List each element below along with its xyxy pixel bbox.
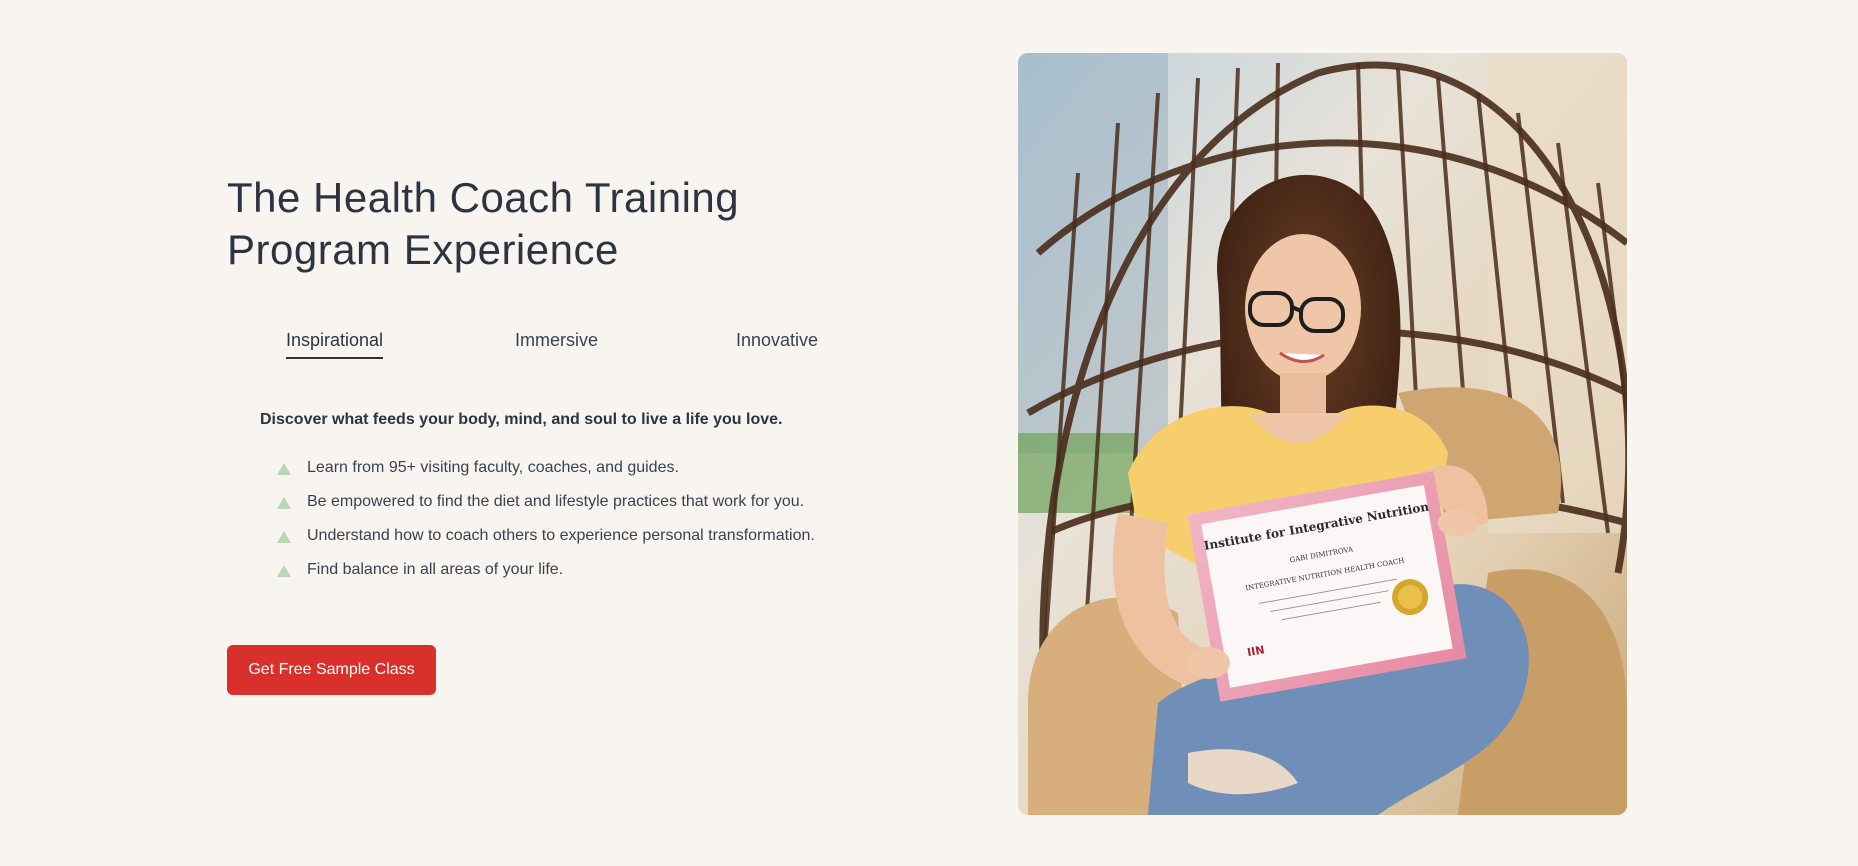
list-item-text: Learn from 95+ visiting faculty, coaches… xyxy=(307,459,679,476)
tab-bar: Inspirational Immersive Innovative xyxy=(227,330,867,360)
title-line-2: Program Experience xyxy=(227,226,619,273)
triangle-bullet-icon xyxy=(277,497,291,509)
tab-inspirational[interactable]: Inspirational xyxy=(286,330,384,359)
list-item: Be empowered to find the diet and lifest… xyxy=(277,493,815,527)
page-title: The Health Coach Training Program Experi… xyxy=(227,172,827,276)
tab-innovative[interactable]: Innovative xyxy=(736,330,818,357)
triangle-bullet-icon xyxy=(277,531,291,543)
list-item-text: Be empowered to find the diet and lifest… xyxy=(307,493,805,510)
triangle-bullet-icon xyxy=(277,565,291,577)
tab-immersive[interactable]: Immersive xyxy=(515,330,598,357)
list-item: Find balance in all areas of your life. xyxy=(277,561,815,595)
list-item: Understand how to coach others to experi… xyxy=(277,527,815,561)
list-item-text: Find balance in all areas of your life. xyxy=(307,561,564,578)
feature-list: Learn from 95+ visiting faculty, coaches… xyxy=(277,459,815,595)
list-item: Learn from 95+ visiting faculty, coaches… xyxy=(277,459,815,493)
list-item-text: Understand how to coach others to experi… xyxy=(307,527,815,544)
get-free-sample-class-button[interactable]: Get Free Sample Class xyxy=(227,645,436,695)
triangle-bullet-icon xyxy=(277,463,291,475)
title-line-1: The Health Coach Training xyxy=(227,174,740,221)
hero-photo: Institute for Integrative Nutrition GABI… xyxy=(1018,53,1627,815)
hero-content: The Health Coach Training Program Experi… xyxy=(227,0,867,866)
tagline: Discover what feeds your body, mind, and… xyxy=(260,411,783,428)
